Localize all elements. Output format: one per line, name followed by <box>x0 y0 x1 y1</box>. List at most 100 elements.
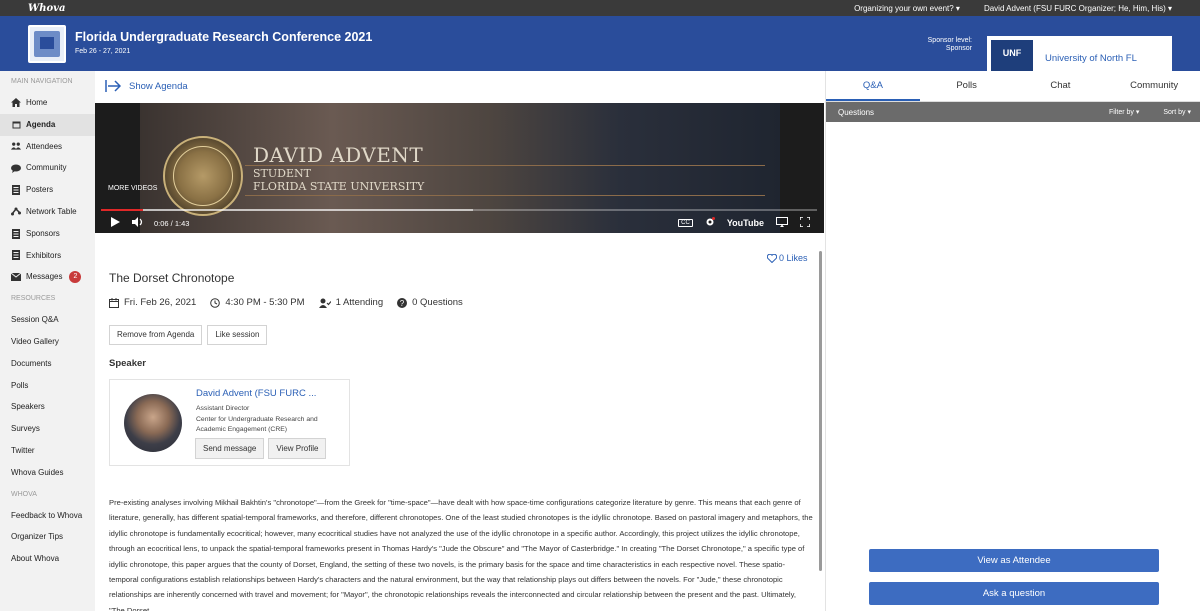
top-bar: Whova Organizing your own event? ▾ David… <box>0 0 1200 16</box>
video-speaker-school: FLORIDA STATE UNIVERSITY <box>253 180 425 193</box>
sidebar-item-documents[interactable]: Documents <box>0 353 95 375</box>
sidebar-item-label: Network Table <box>26 206 77 216</box>
sidebar-item-organizer-tips[interactable]: Organizer Tips <box>0 526 95 548</box>
video-player[interactable]: DAVID ADVENT STUDENT FLORIDA STATE UNIVE… <box>95 103 824 233</box>
sidebar-item-label: Messages <box>26 272 63 282</box>
event-dates: Feb 26 - 27, 2021 <box>75 48 131 55</box>
filter-by-dropdown[interactable]: Filter by ▾ <box>1109 108 1139 116</box>
right-panel: Q&A Polls Chat Community Questions Filte… <box>825 71 1200 611</box>
sidebar-item-home[interactable]: Home <box>0 92 95 114</box>
sidebar-item-label: Community <box>26 163 67 173</box>
likes-button[interactable]: 0 Likes <box>767 253 808 263</box>
like-session-button[interactable]: Like session <box>207 325 268 345</box>
speaker-card: David Advent (FSU FURC ... Assistant Dir… <box>109 379 350 466</box>
sidebar-item-posters[interactable]: Posters <box>0 179 95 201</box>
sidebar-item-network-table[interactable]: Network Table <box>0 201 95 223</box>
sidebar-item-label: Attendees <box>26 141 63 151</box>
sidebar-item-session-qa[interactable]: Session Q&A <box>0 309 95 331</box>
whova-logo[interactable]: Whova <box>28 3 65 14</box>
sidebar-item-attendees[interactable]: Attendees <box>0 136 95 158</box>
sidebar-item-about-whova[interactable]: About Whova <box>0 548 95 570</box>
sidebar: MAIN NAVIGATION Home Agenda Attendees Co… <box>0 71 95 611</box>
calendar-icon <box>11 120 21 130</box>
person-check-icon <box>318 298 331 308</box>
ask-question-button[interactable]: Ask a question <box>869 582 1159 605</box>
captions-button[interactable]: CC <box>678 219 693 227</box>
people-icon <box>11 141 21 151</box>
sidebar-item-surveys[interactable]: Surveys <box>0 418 95 440</box>
speaker-avatar[interactable] <box>124 394 182 452</box>
youtube-logo[interactable]: YouTube <box>727 218 764 228</box>
sidebar-item-twitter[interactable]: Twitter <box>0 440 95 462</box>
sidebar-item-polls[interactable]: Polls <box>0 375 95 397</box>
more-videos-label[interactable]: MORE VIDEOS <box>108 185 157 192</box>
view-as-attendee-button[interactable]: View as Attendee <box>869 549 1159 572</box>
sidebar-item-community[interactable]: Community <box>0 157 95 179</box>
video-speaker-role: STUDENT <box>253 167 311 180</box>
sidebar-item-speakers[interactable]: Speakers <box>0 396 95 418</box>
sponsor-name[interactable]: University of North FL <box>1045 53 1137 64</box>
fullscreen-icon[interactable] <box>799 216 811 229</box>
speaker-name[interactable]: David Advent (FSU FURC ... <box>196 388 316 399</box>
sidebar-item-feedback[interactable]: Feedback to Whova <box>0 505 95 527</box>
organizing-event-menu[interactable]: Organizing your own event? ▾ <box>854 4 960 13</box>
video-time: 0:06 / 1:43 <box>154 218 190 228</box>
arrow-right-icon <box>105 80 121 92</box>
question-filters: Filter by ▾ Sort by ▾ <box>1109 108 1191 116</box>
event-logo-graphic-inner <box>40 37 54 49</box>
session-time: 4:30 PM - 5:30 PM <box>210 297 305 308</box>
send-message-button[interactable]: Send message <box>195 438 265 459</box>
view-profile-button[interactable]: View Profile <box>268 438 327 459</box>
show-agenda-label: Show Agenda <box>129 80 188 92</box>
cast-icon[interactable] <box>776 217 788 229</box>
document-icon <box>11 250 21 261</box>
scrollbar-thumb[interactable] <box>819 251 822 571</box>
speaker-organization: Center for Undergraduate Research and Ac… <box>196 416 318 433</box>
sort-by-dropdown[interactable]: Sort by ▾ <box>1163 108 1191 116</box>
session-actions: Remove from Agenda Like session <box>109 325 268 345</box>
sidebar-item-exhibitors[interactable]: Exhibitors <box>0 245 95 267</box>
session-attending: 1 Attending <box>318 297 384 308</box>
calendar-icon <box>109 297 119 308</box>
session-description: Pre-existing analyses involving Mikhail … <box>109 498 813 611</box>
sponsor-level-label: Sponsor level: Sponsor <box>900 37 972 53</box>
remove-from-agenda-button[interactable]: Remove from Agenda <box>109 325 203 345</box>
sidebar-item-sponsors[interactable]: Sponsors <box>0 223 95 245</box>
right-panel-tabs: Q&A Polls Chat Community <box>826 71 1200 102</box>
question-icon: ? <box>397 297 408 308</box>
resources-label: RESOURCES <box>11 295 56 303</box>
user-menu[interactable]: David Advent (FSU FURC Organizer; He, Hi… <box>984 4 1172 13</box>
sidebar-item-messages[interactable]: Messages 2 <box>0 266 95 288</box>
sidebar-item-label: Sponsors <box>26 228 60 238</box>
video-progress-fill <box>101 209 143 211</box>
home-icon <box>11 98 21 108</box>
settings-icon[interactable] <box>705 217 715 229</box>
sidebar-item-agenda[interactable]: Agenda <box>0 113 95 136</box>
video-progress-bar[interactable] <box>101 209 817 211</box>
speaker-title: Assistant Director <box>196 405 250 412</box>
session-attending-text: 1 Attending <box>335 297 384 308</box>
show-agenda-link[interactable]: Show Agenda <box>105 79 188 93</box>
speaker-heading: Speaker <box>109 358 146 369</box>
message-icon <box>11 272 21 282</box>
sidebar-item-whova-guides[interactable]: Whova Guides <box>0 462 95 484</box>
event-header: Florida Undergraduate Research Conferenc… <box>0 16 1200 82</box>
tab-community[interactable]: Community <box>1107 71 1200 101</box>
video-speaker-name: DAVID ADVENT <box>253 143 424 167</box>
sidebar-item-label: Home <box>26 98 48 107</box>
event-logo <box>28 25 66 63</box>
sidebar-item-label: Exhibitors <box>26 250 62 260</box>
university-seal <box>163 136 243 216</box>
sponsor-level-line2: Sponsor <box>945 45 972 52</box>
session-title: The Dorset Chronotope <box>109 271 235 285</box>
play-icon[interactable] <box>111 217 120 229</box>
tab-polls[interactable]: Polls <box>920 71 1014 101</box>
session-date-text: Fri. Feb 26, 2021 <box>124 297 197 308</box>
video-buffered <box>101 209 474 211</box>
sidebar-item-video-gallery[interactable]: Video Gallery <box>0 331 95 353</box>
tab-chat[interactable]: Chat <box>1014 71 1108 101</box>
whova-label: WHOVA <box>11 490 37 498</box>
event-title: Florida Undergraduate Research Conferenc… <box>75 30 373 44</box>
volume-icon[interactable] <box>132 217 144 229</box>
tab-qa[interactable]: Q&A <box>826 71 920 101</box>
